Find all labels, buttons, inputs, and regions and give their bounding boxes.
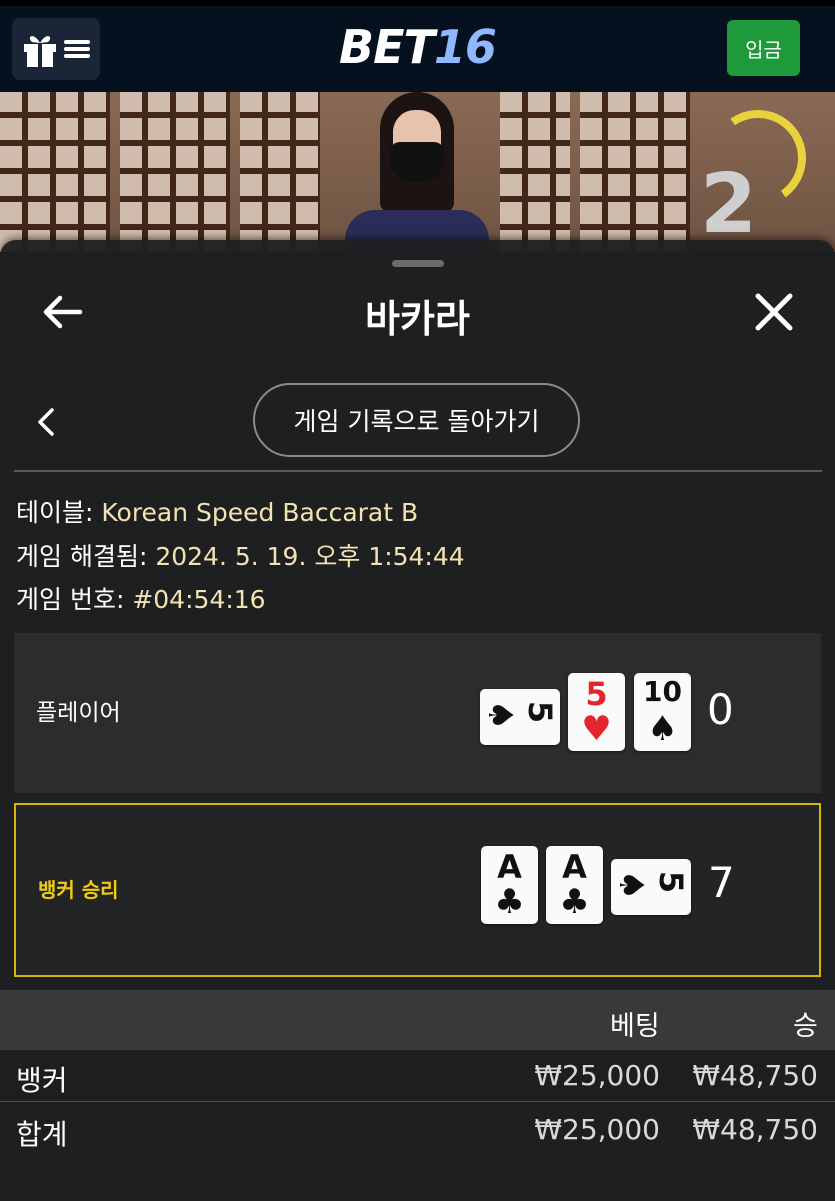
brand-logo[interactable]: BET16 xyxy=(0,20,835,74)
bets-table-header: 베팅 승 xyxy=(0,990,835,1050)
resolved-info: 게임 해결됨: 2024. 5. 19. 오후 1:54:44 xyxy=(16,537,465,573)
logo-text-bet: BET xyxy=(339,20,435,74)
lattice-panel xyxy=(0,92,110,252)
row-divider xyxy=(0,1101,835,1102)
game-history-sheet: 바카라 게임 기록으로 돌아가기 테이블: Korean Speed Bacca… xyxy=(0,240,835,1201)
card-rank: 5 xyxy=(521,700,559,724)
dealer-figure xyxy=(335,92,495,252)
banker-win-label: 뱅커 승리 xyxy=(38,878,119,902)
card-rank: 5 xyxy=(652,870,690,894)
table-row-total: 합계 ₩25,000 ₩48,750 xyxy=(0,1104,835,1154)
total-bet-amount: ₩25,000 xyxy=(534,1113,660,1146)
card-suit: ♣ xyxy=(559,882,590,922)
playing-card: 5 ♠ xyxy=(480,689,560,745)
card-rank: A xyxy=(562,848,587,886)
lattice-panel xyxy=(500,92,570,252)
table-row: 뱅커 ₩25,000 ₩48,750 xyxy=(0,1050,835,1100)
card-suit: ♠ xyxy=(480,699,520,731)
table-value: Korean Speed Baccarat B xyxy=(101,498,419,527)
logo-text-16: 16 xyxy=(433,20,497,74)
lattice-panel xyxy=(580,92,690,252)
player-label: 플레이어 xyxy=(36,700,121,726)
resolved-value: 2024. 5. 19. 오후 1:54:44 xyxy=(155,542,465,571)
banker-hand: 뱅커 승리 A ♣ A ♣ 5 ♠ 7 xyxy=(14,803,821,977)
drag-handle[interactable] xyxy=(392,260,444,267)
bet-column-header: 베팅 xyxy=(610,1011,660,1042)
back-to-history-button[interactable]: 게임 기록으로 돌아가기 xyxy=(253,383,580,457)
bet-name: 뱅커 xyxy=(16,1064,68,1097)
card-suit: ♠ xyxy=(611,869,651,901)
playing-card: A ♣ xyxy=(481,846,538,924)
lattice-panel xyxy=(240,92,320,252)
chevron-left-icon[interactable] xyxy=(34,406,58,438)
lattice-panel xyxy=(120,92,230,252)
total-label: 합계 xyxy=(16,1118,68,1151)
player-hand: 플레이어 5 ♠ 5 ♥ 10 ♠ 0 xyxy=(14,633,821,793)
card-rank: 5 xyxy=(585,675,608,713)
game-number-value: #04:54:16 xyxy=(132,585,266,614)
sheet-title: 바카라 xyxy=(365,297,470,341)
table-info: 테이블: Korean Speed Baccarat B xyxy=(16,493,418,529)
card-rank: A xyxy=(497,848,522,886)
playing-card: 5 ♠ xyxy=(611,859,691,915)
playing-card: 10 ♠ xyxy=(634,673,691,751)
live-video: 2 xyxy=(0,92,835,252)
game-number-info: 게임 번호: #04:54:16 xyxy=(16,580,266,616)
table-label: 테이블: xyxy=(16,498,102,527)
card-suit: ♥ xyxy=(581,709,612,749)
bet-amount: ₩25,000 xyxy=(534,1059,660,1092)
player-score: 0 xyxy=(707,685,734,734)
top-bar: BET16 입금 xyxy=(0,0,835,92)
card-rank: 10 xyxy=(643,675,682,708)
total-win-amount: ₩48,750 xyxy=(692,1113,818,1146)
card-suit: ♠ xyxy=(647,709,678,749)
playing-card: A ♣ xyxy=(546,846,603,924)
countdown-timer: 2 xyxy=(700,157,758,252)
win-amount: ₩48,750 xyxy=(692,1059,818,1092)
close-icon[interactable] xyxy=(752,290,796,334)
game-number-label: 게임 번호: xyxy=(16,585,133,614)
deposit-button[interactable]: 입금 xyxy=(727,20,800,76)
resolved-label: 게임 해결됨: xyxy=(16,542,156,571)
banker-score: 7 xyxy=(708,858,735,907)
playing-card: 5 ♥ xyxy=(568,673,625,751)
win-column-header: 승 xyxy=(793,1011,818,1042)
divider xyxy=(14,470,822,472)
card-suit: ♣ xyxy=(494,882,525,922)
